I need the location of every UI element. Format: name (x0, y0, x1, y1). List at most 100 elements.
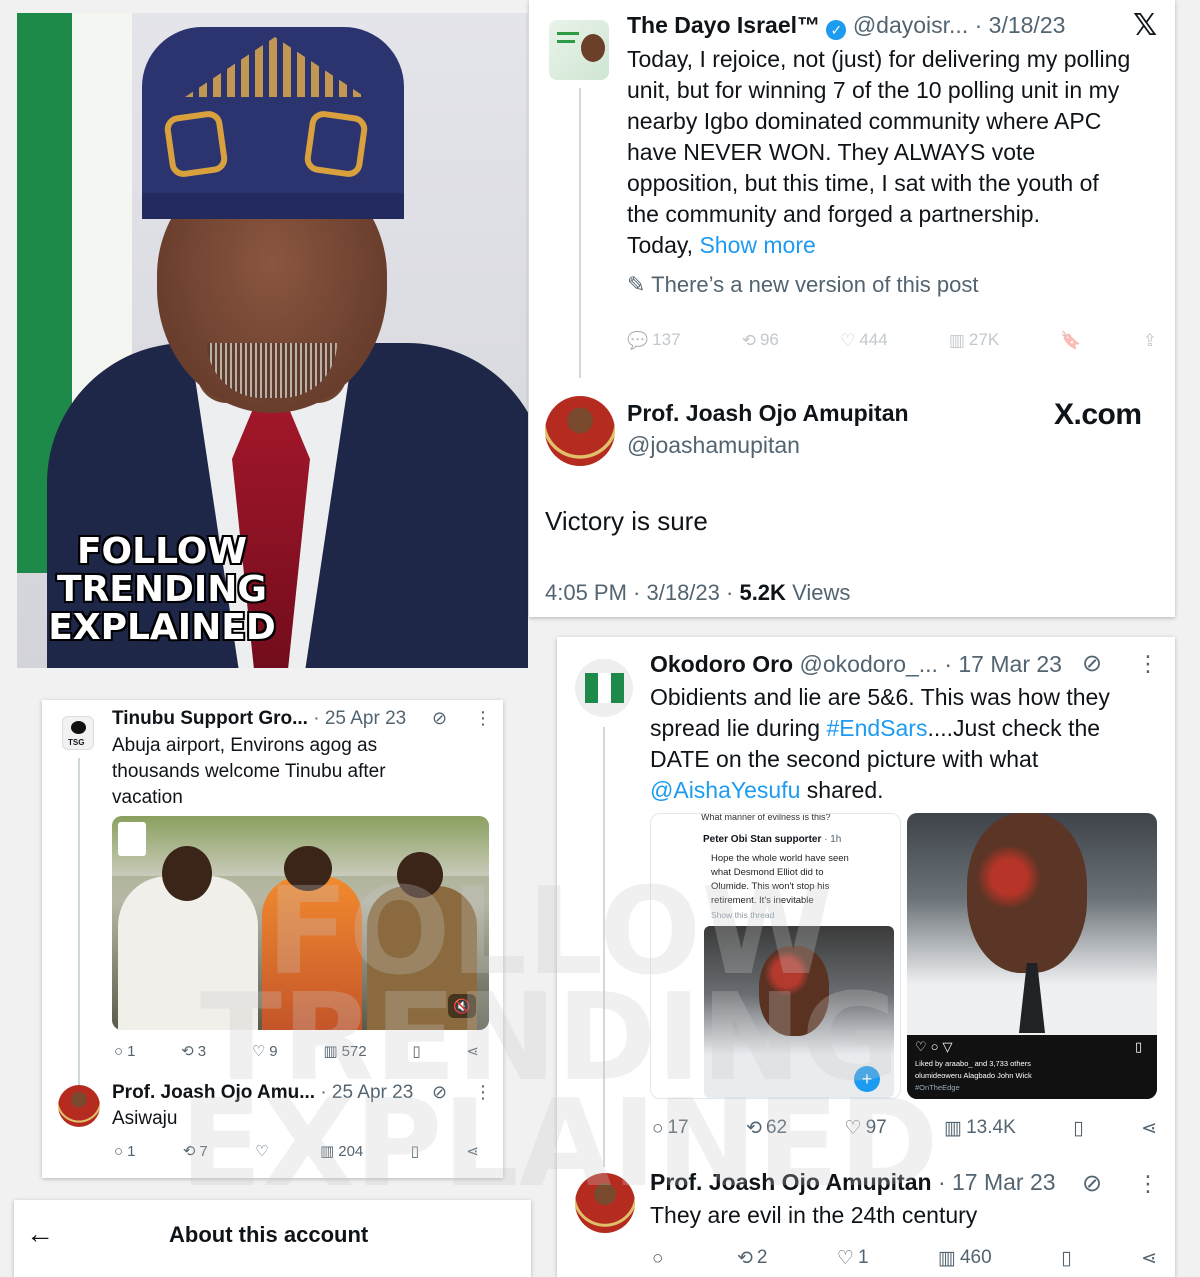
okodoro-date[interactable]: · 17 Mar 23 (944, 651, 1062, 677)
bookmark-button[interactable]: ▯ (412, 1044, 420, 1059)
reply-icon: ○ (652, 1247, 664, 1269)
share-button[interactable]: ⋖ (1141, 1249, 1157, 1268)
tinubu-text-line: thousands welcome Tinubu after (112, 761, 386, 782)
bookmark-button[interactable]: 🔖 (1060, 332, 1081, 349)
tinubu-date[interactable]: · 25 Apr 23 (313, 708, 406, 729)
verified-icon: ✓ (826, 20, 847, 40)
dayo-handle[interactable]: @dayoisr... (853, 12, 968, 38)
tinubu-actions: ○ 1 ⟲ 3 ♡ 9 ▥ 572 ▯ ⋖ (114, 1043, 479, 1060)
repost-button[interactable]: ⟲ 96 (742, 330, 779, 350)
okodoro-tweet-card: Okodoro Oro @okodoro_... · 17 Mar 23 ⊘ ⋮… (557, 637, 1175, 1277)
back-arrow-icon[interactable]: ← (26, 1218, 54, 1250)
reply-button[interactable]: ○ 1 (114, 1043, 135, 1060)
x-logo-icon[interactable]: 𝕏 (1133, 8, 1157, 43)
joash-reply-text: Victory is sure (545, 506, 708, 536)
embedded-text-line: Hope the whole world have seen (711, 853, 849, 864)
embedded-poster-name: Peter Obi Stan supporter (703, 834, 822, 845)
views-icon: ▥ (938, 1247, 956, 1269)
reply-button[interactable]: 💬 137 (627, 330, 681, 350)
views-button[interactable]: ▥ 460 (938, 1247, 992, 1269)
more-icon[interactable]: ⋮ (1137, 1171, 1159, 1197)
views-icon: ▥ (320, 1143, 335, 1160)
views-icon: ▥ (323, 1043, 338, 1060)
okodoro-avatar[interactable] (575, 659, 633, 717)
joash-date[interactable]: · 17 Mar 23 (938, 1169, 1056, 1195)
share-button[interactable]: ⋖ (466, 1044, 479, 1059)
more-icon[interactable]: ⋮ (474, 708, 492, 729)
dayo-name[interactable]: The Dayo Israel™ (627, 12, 820, 38)
joash-views-count: 5.2K (739, 580, 786, 605)
joash-timestamp[interactable]: 4:05 PM · 3/18/23 · (545, 580, 733, 605)
like-button[interactable]: ♡ 9 (252, 1043, 278, 1060)
joash-date[interactable]: · 25 Apr 23 (320, 1082, 413, 1103)
views-button[interactable]: ▥ 572 (323, 1043, 366, 1060)
share-button[interactable]: ⋖ (466, 1144, 479, 1159)
reply-button[interactable]: ○ 1 (114, 1143, 135, 1160)
repost-button[interactable]: ⟲ 62 (746, 1117, 787, 1139)
more-icon[interactable]: ⋮ (474, 1082, 492, 1103)
joash-avatar[interactable] (58, 1085, 100, 1127)
reply-icon: ○ (114, 1143, 124, 1160)
share-button[interactable]: ⇪ (1143, 332, 1157, 349)
embedded-show-thread: Show this thread (711, 910, 775, 920)
dayo-actions: 💬 137 ⟲ 96 ♡ 444 ▥ 27K 🔖 ⇪ (627, 330, 1157, 350)
joash-avatar[interactable] (545, 396, 615, 466)
show-more-link[interactable]: Show more (699, 232, 815, 258)
grok-icon[interactable]: ⊘ (432, 1082, 447, 1103)
tsg-avatar[interactable]: TSG (62, 716, 94, 750)
more-icon[interactable]: ⋮ (1137, 651, 1159, 677)
bookmark-button[interactable]: ▯ (1073, 1119, 1083, 1138)
reply-button[interactable]: ○ (652, 1249, 667, 1268)
okodoro-handle[interactable]: @okodoro_... (800, 651, 938, 677)
like-button[interactable]: ♡ 97 (845, 1117, 887, 1139)
like-button[interactable]: ♡ (255, 1144, 272, 1159)
repost-icon: ⟲ (736, 1247, 753, 1269)
okodoro-reply-header: Prof. Joash Ojo Amupitan · 17 Mar 23 (650, 1169, 1056, 1196)
heart-icon: ♡ (844, 1117, 862, 1139)
endsars-hashtag[interactable]: #EndSars (826, 715, 927, 741)
bookmark-button[interactable]: ▯ (411, 1144, 419, 1159)
tinubu-name[interactable]: Tinubu Support Gro... (112, 708, 308, 729)
like-count: 97 (865, 1117, 887, 1138)
like-button[interactable]: ♡ 444 (840, 330, 888, 350)
share-button[interactable]: ⋖ (1141, 1119, 1157, 1138)
dayo-avatar-face (581, 34, 605, 62)
views-button[interactable]: ▥ 204 (320, 1143, 363, 1160)
repost-button[interactable]: ⟲ 7 (183, 1143, 208, 1160)
repost-button[interactable]: ⟲ 2 (737, 1247, 768, 1269)
bookmark-icon: ▯ (1073, 1117, 1084, 1139)
like-button[interactable]: ♡ 1 (837, 1247, 869, 1269)
bookmark-button[interactable]: ▯ (1061, 1249, 1071, 1268)
mute-icon[interactable]: 🔇 (448, 994, 476, 1018)
reply-icon: ○ (114, 1043, 124, 1060)
joash-name[interactable]: Prof. Joash Ojo Amu... (112, 1082, 315, 1103)
embedded-poster: Peter Obi Stan supporter · 1h (703, 834, 841, 845)
thread-line (78, 758, 80, 1088)
okodoro-text-line: Obidients and lie are 5&6. This was how … (650, 684, 1110, 710)
reply-button[interactable]: ○ 17 (652, 1117, 689, 1139)
tsg-cap-icon (71, 721, 86, 734)
grok-icon[interactable]: ⊘ (432, 708, 447, 729)
grok-icon[interactable]: ⊘ (1082, 649, 1102, 678)
joash-avatar[interactable] (575, 1173, 635, 1233)
flag-green-stripe (611, 673, 624, 703)
views-button[interactable]: ▥ 13.4K (944, 1117, 1016, 1139)
joash-handle[interactable]: @joashamupitan (627, 432, 800, 459)
grok-icon[interactable]: ⊘ (1082, 1169, 1102, 1198)
tinubu-photo[interactable]: 🔇 (112, 816, 489, 1030)
joash-name[interactable]: Prof. Joash Ojo Amupitan (627, 400, 909, 427)
instagram-photo[interactable]: ♡○▽ ▯ Liked by araabo_ and 3,733 others … (907, 813, 1157, 1099)
dayo-date[interactable]: · 3/18/23 (975, 12, 1066, 38)
joash-name[interactable]: Prof. Joash Ojo Amupitan (650, 1169, 932, 1195)
bookmark-icon: ▯ (1135, 1039, 1143, 1054)
dayo-text-line: opposition, but this time, I sat with th… (627, 170, 1099, 196)
aisha-mention[interactable]: @AishaYesufu (650, 777, 800, 803)
dayo-avatar[interactable] (549, 20, 609, 80)
okodoro-reply-actions: ○ ⟲ 2 ♡ 1 ▥ 460 ▯ ⋖ (652, 1247, 1157, 1269)
embedded-screenshot-image[interactable]: What manner of evilness is this? Peter O… (650, 813, 901, 1099)
views-button[interactable]: ▥ 27K (949, 330, 999, 350)
new-version-notice[interactable]: ✎ There’s a new version of this post (627, 272, 978, 298)
okodoro-name[interactable]: Okodoro Oro (650, 651, 793, 677)
reply-count: 17 (667, 1117, 689, 1138)
repost-button[interactable]: ⟲ 3 (181, 1043, 206, 1060)
